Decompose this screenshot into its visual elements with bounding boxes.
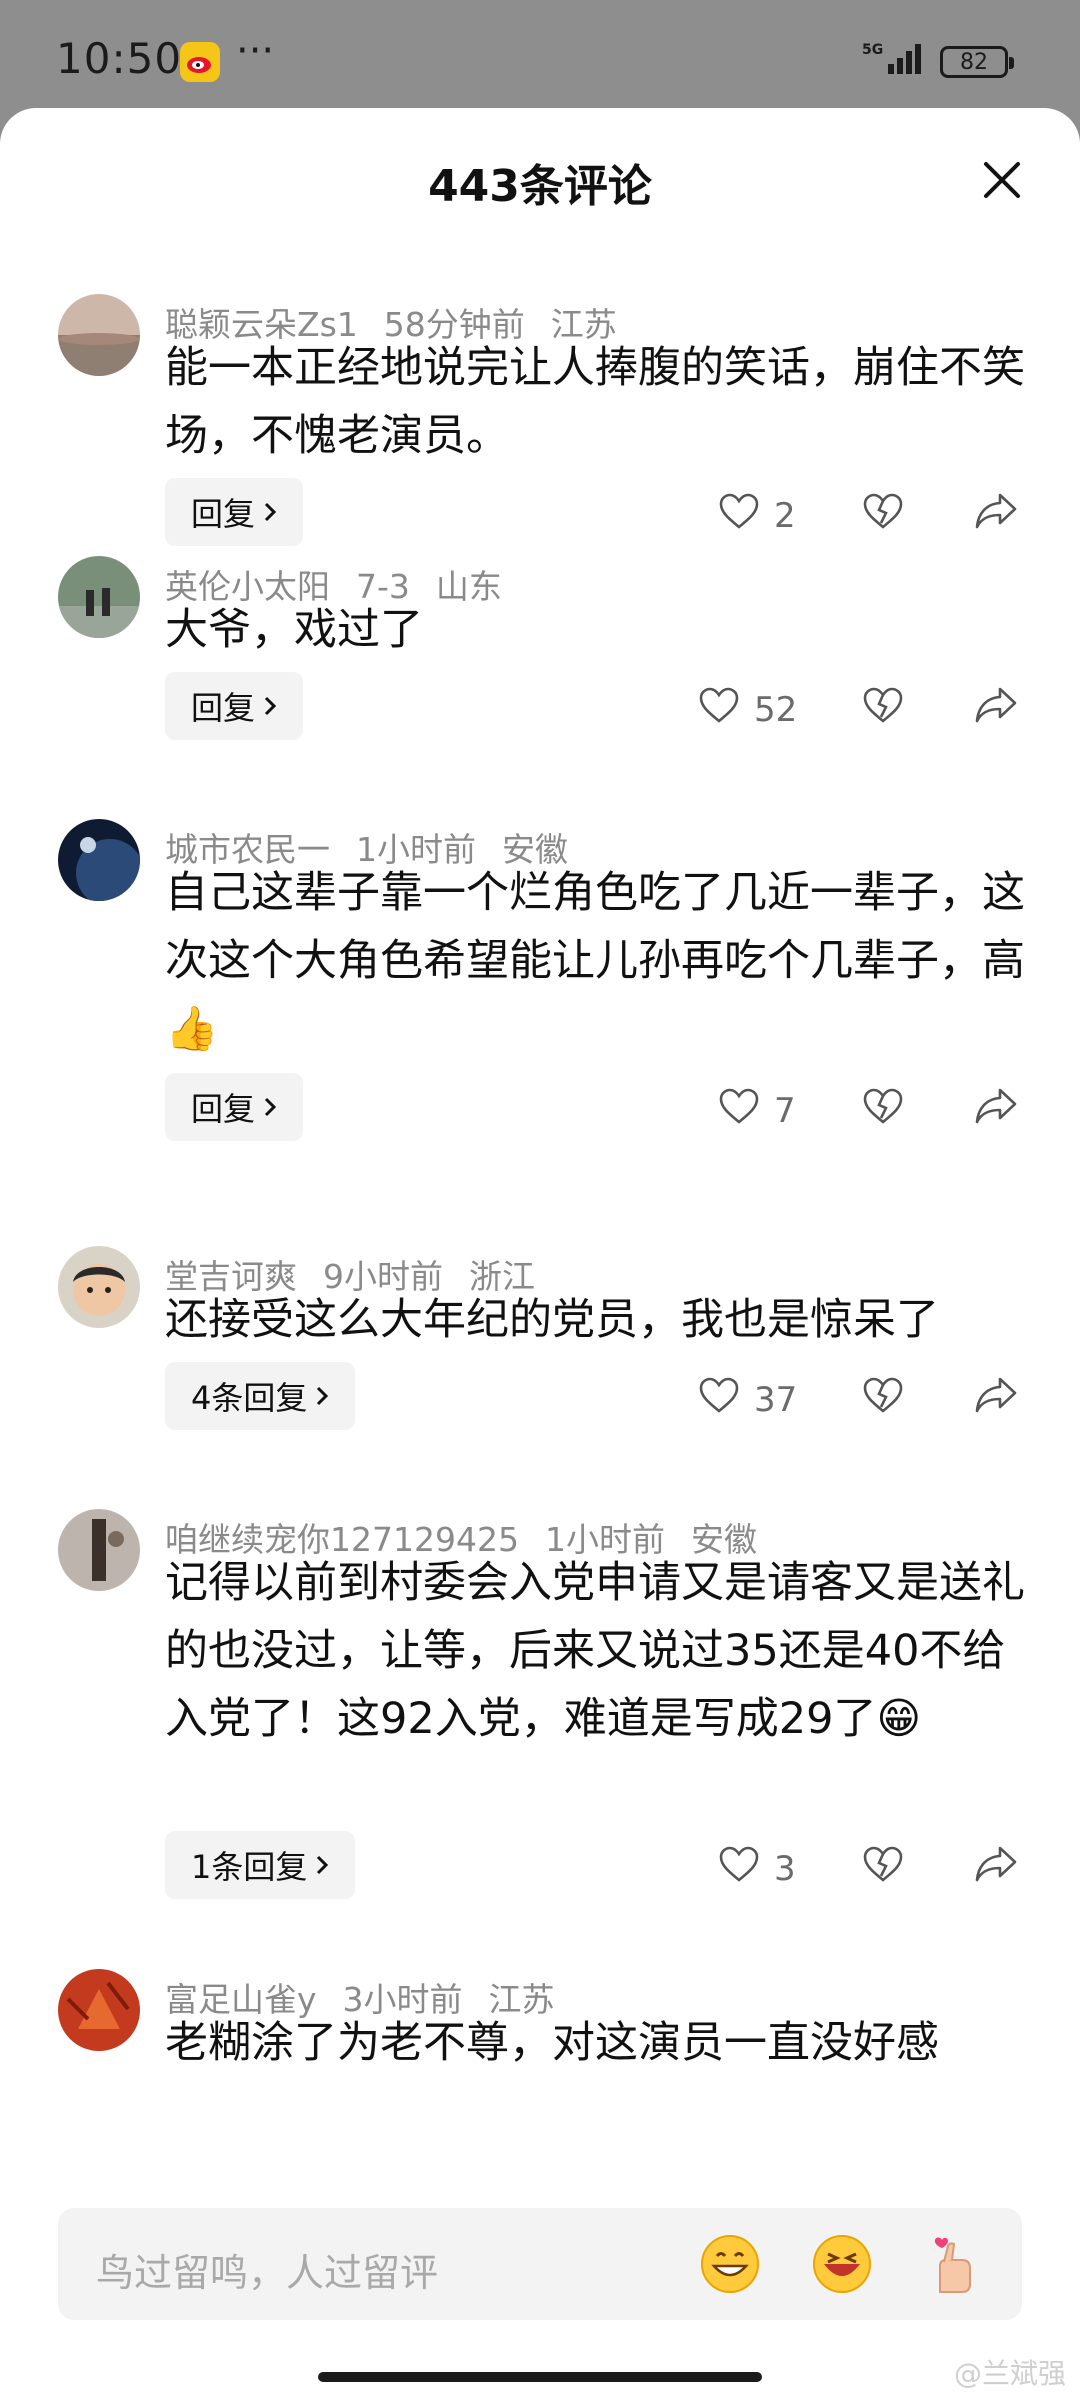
dislike-button[interactable]: [862, 492, 904, 534]
share-button[interactable]: [974, 1087, 1018, 1129]
share-icon: [974, 1377, 1018, 1418]
comment-text: 还接受这么大年纪的党员，我也是惊呆了: [165, 1295, 939, 1345]
avatar[interactable]: [58, 556, 140, 638]
watermark: @兰斌强: [953, 2357, 1066, 2390]
heart-icon: [698, 686, 740, 733]
comment-actions: 37: [0, 1362, 1080, 1430]
like-button[interactable]: 7: [718, 1087, 796, 1134]
weibo-icon: [180, 42, 220, 82]
signal-icon: 5G: [860, 40, 930, 80]
like-count: 52: [754, 689, 798, 730]
avatar[interactable]: [58, 1969, 140, 2051]
like-count: 2: [774, 495, 796, 536]
heart-icon: [718, 1087, 760, 1134]
broken-heart-icon: [862, 1846, 904, 1887]
like-button[interactable]: 37: [698, 1376, 797, 1423]
grin-emoji-button[interactable]: [698, 2232, 762, 2296]
heart-icon: [698, 1376, 740, 1423]
dislike-button[interactable]: [862, 1376, 904, 1418]
broken-heart-icon: [862, 493, 904, 534]
comment-text: 大爷，戏过了: [165, 605, 423, 655]
share-button[interactable]: [974, 1376, 1018, 1418]
status-bar: 10:50 ··· 5G 82: [0, 0, 1080, 110]
share-icon: [974, 493, 1018, 534]
finger-heart-emoji-button[interactable]: [922, 2232, 986, 2296]
share-button[interactable]: [974, 1845, 1018, 1887]
dislike-button[interactable]: [862, 686, 904, 728]
laugh-emoji-button[interactable]: [810, 2232, 874, 2296]
share-icon: [974, 1088, 1018, 1129]
like-button[interactable]: 52: [698, 686, 797, 733]
status-time: 10:50: [56, 34, 183, 83]
comment-actions: 3: [0, 1831, 1080, 1899]
like-count: 37: [754, 1379, 798, 1420]
battery-icon: 82: [940, 46, 1014, 78]
comment-input-placeholder[interactable]: 鸟过留鸣，人过留评: [96, 2242, 438, 2297]
like-button[interactable]: 3: [718, 1845, 796, 1892]
avatar[interactable]: [58, 294, 140, 376]
comment-item: 富足山雀y 3小时前 江苏 老糊涂了为老不尊，对这演员一直没好感: [0, 1969, 1080, 2173]
heart-icon: [718, 1845, 760, 1892]
comments-sheet: 443条评论 聪颖云朵Zs1 58分钟前 江苏 能一本正经地说完让人捧腹的笑话，崩住…: [0, 108, 1080, 2403]
like-count: 7: [774, 1090, 796, 1131]
svg-text:5G: 5G: [862, 42, 883, 58]
home-indicator[interactable]: [318, 2372, 762, 2382]
comment-text: 老糊涂了为老不尊，对这演员一直没好感: [165, 2018, 939, 2068]
broken-heart-icon: [862, 1088, 904, 1129]
share-button[interactable]: [974, 492, 1018, 534]
dislike-button[interactable]: [862, 1845, 904, 1887]
share-icon: [974, 1846, 1018, 1887]
comment-text: 自己这辈子靠一个烂角色吃了几近一辈子，这次这个大角色希望能让儿孙再吃个几辈子，高…: [165, 868, 1025, 1054]
comment-actions: 2: [0, 478, 1080, 546]
avatar[interactable]: [58, 1246, 140, 1328]
close-icon[interactable]: [980, 158, 1024, 202]
comment-actions: 7: [0, 1073, 1080, 1141]
like-count: 3: [774, 1848, 796, 1889]
scroll-fade: [0, 2168, 1080, 2208]
comment-item: 聪颖云朵Zs1 58分钟前 江苏 能一本正经地说完让人捧腹的笑话，崩住不笑场，不愧老…: [0, 294, 1080, 558]
broken-heart-icon: [862, 1377, 904, 1418]
comment-item: 英伦小太阳 7-3 山东 大爷，戏过了 回复 52: [0, 556, 1080, 760]
comment-actions: 52: [0, 672, 1080, 740]
share-button[interactable]: [974, 686, 1018, 728]
comment-item: 城市农民一 1小时前 安徽 自己这辈子靠一个烂角色吃了几近一辈子，这次这个大角色希望…: [0, 819, 1080, 1183]
comment-item: 堂吉诃爽 9小时前 浙江 还接受这么大年纪的党员，我也是惊呆了 4条回复 37: [0, 1246, 1080, 1450]
heart-icon: [718, 492, 760, 539]
comment-input-bar[interactable]: 鸟过留鸣，人过留评: [58, 2208, 1022, 2320]
comment-text: 记得以前到村委会入党申请又是请客又是送礼的也没过，让等，后来又说过35还是40不…: [165, 1558, 1025, 1744]
avatar[interactable]: [58, 1509, 140, 1591]
comment-item: 咱继续宠你127129425 1小时前 安徽 记得以前到村委会入党申请又是请客又是送…: [0, 1509, 1080, 1933]
comment-text: 能一本正经地说完让人捧腹的笑话，崩住不笑场，不愧老演员。: [165, 343, 1025, 461]
broken-heart-icon: [862, 687, 904, 728]
more-notifications-icon: ···: [236, 28, 275, 74]
dislike-button[interactable]: [862, 1087, 904, 1129]
share-icon: [974, 687, 1018, 728]
like-button[interactable]: 2: [718, 492, 796, 539]
sheet-title: 443条评论: [428, 161, 652, 212]
avatar[interactable]: [58, 819, 140, 901]
